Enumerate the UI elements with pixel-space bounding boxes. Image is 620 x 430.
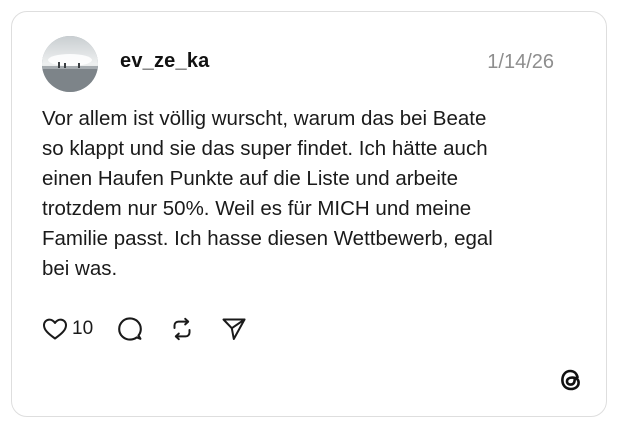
reply-button[interactable] [117,316,143,342]
heart-icon [43,318,67,340]
paper-plane-icon [222,318,246,340]
username[interactable]: ev_ze_ka [120,50,209,73]
threads-logo-glyph [561,369,580,391]
like-count: 10 [72,318,94,339]
post-text-line: bei was. [42,257,118,280]
action-bar: 10 [42,314,247,344]
repost-button[interactable] [169,316,195,342]
post-text: Vor allem ist völlig wurscht, warum das … [42,104,562,284]
like-button[interactable]: 10 [42,317,93,341]
avatar[interactable] [42,36,98,92]
post-timestamp: 1/14/26 [487,51,554,73]
post-text-line: trotzdem nur 50%. Weil es für MICH und m… [42,197,472,220]
post-text-line: Familie passt. Ich hasse diesen Wettbewe… [42,227,493,250]
threads-logo-icon[interactable] [557,366,585,394]
avatar-image [42,36,98,92]
repost-arrows-icon [173,317,191,341]
speech-bubble-icon [118,317,142,341]
post-card: ev_ze_ka 1/14/26 Vor allem ist völlig wu… [11,11,607,417]
post-text-line: einen Haufen Punkte auf die Liste und ar… [42,167,458,190]
post-text-line: so klappt und sie das super findet. Ich … [42,137,488,160]
post-text-line: Vor allem ist völlig wurscht, warum das … [42,107,487,130]
share-button[interactable] [221,316,247,342]
